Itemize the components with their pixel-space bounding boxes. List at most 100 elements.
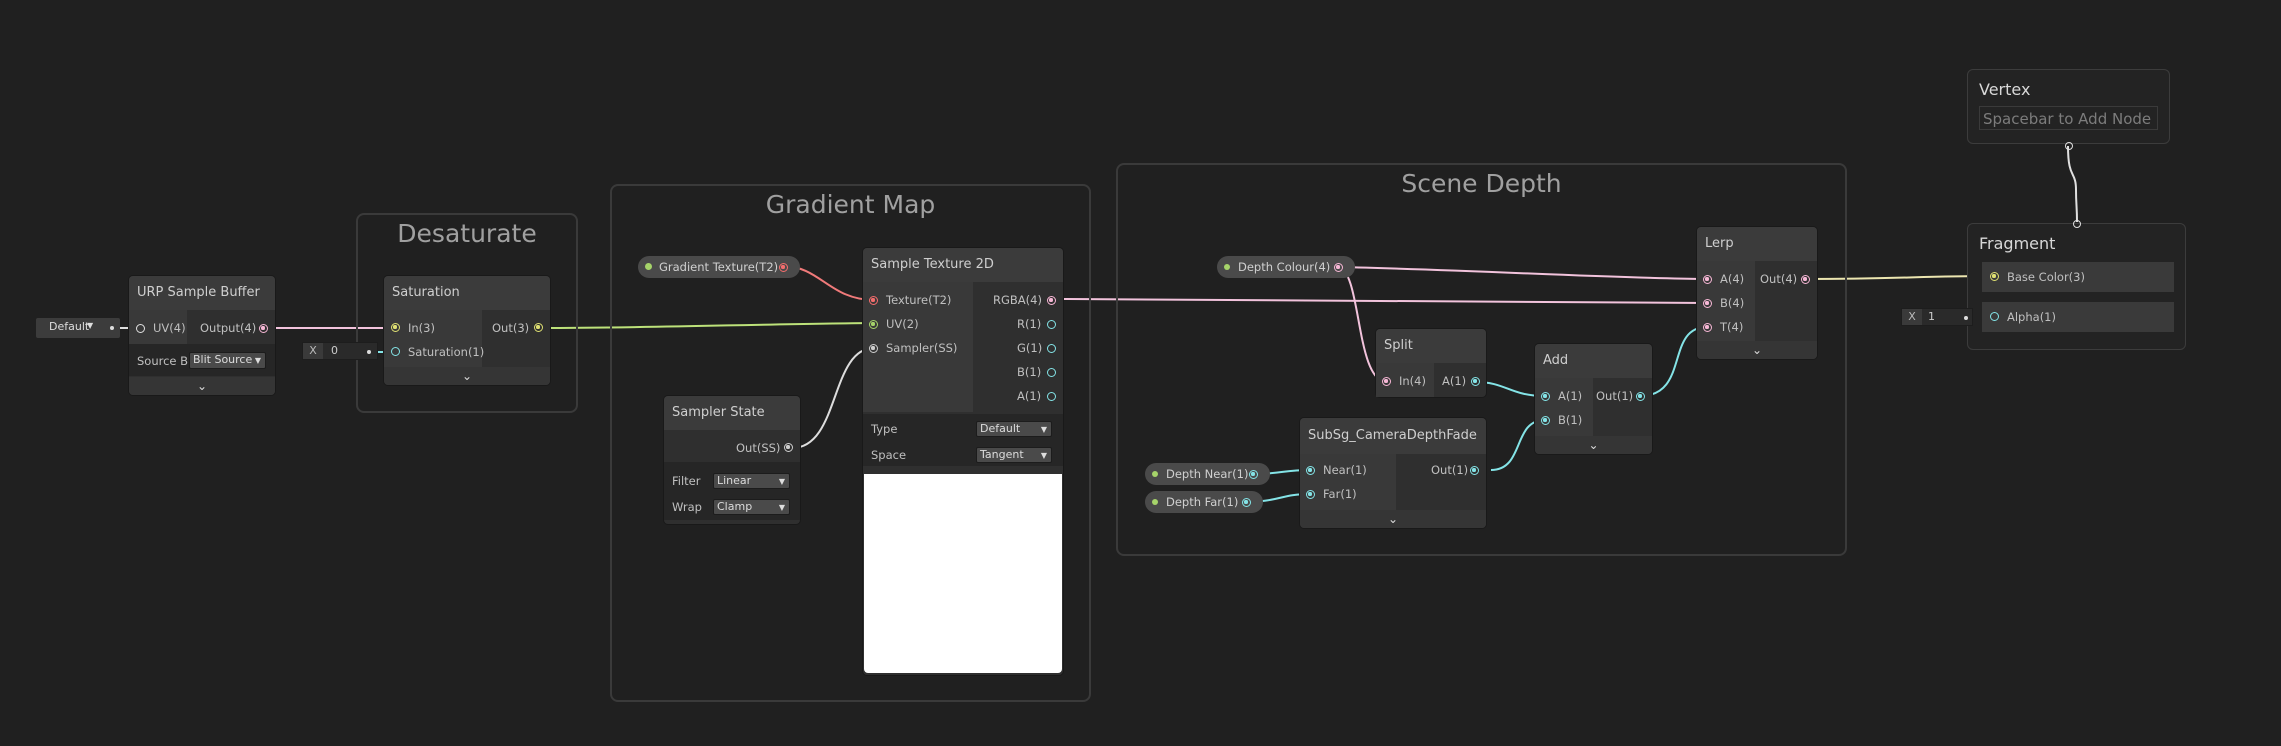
far-label: Far(1)	[1323, 487, 1357, 501]
type-dropdown[interactable]: Default ▼	[976, 421, 1052, 437]
block-base-color[interactable]: Base Color(3)	[1982, 262, 2174, 292]
node-urp-sample-buffer[interactable]: URP Sample Buffer UV(4) Output(4) Source…	[129, 276, 275, 395]
b-port[interactable]	[1703, 299, 1712, 308]
b-label: B(1)	[1558, 413, 1583, 427]
space-label: Space	[871, 448, 907, 462]
alpha-x-field[interactable]: X 1	[1901, 308, 1973, 326]
node-add[interactable]: Add A(1) B(1) Out(1) ⌄	[1535, 344, 1652, 454]
node-saturation[interactable]: Saturation In(3) Saturation(1) Out(3) ⌄	[384, 276, 550, 385]
property-gradient-texture[interactable]: Gradient Texture(T2)	[638, 256, 800, 278]
output-port[interactable]	[259, 324, 268, 333]
property-depth-colour[interactable]: Depth Colour(4)	[1217, 256, 1355, 278]
node-title: Lerp	[1697, 227, 1817, 261]
a-label: A(1)	[1558, 389, 1583, 403]
property-depth-near[interactable]: Depth Near(1)	[1145, 463, 1270, 485]
t-port[interactable]	[1703, 323, 1712, 332]
property-output-port[interactable]	[1249, 470, 1258, 479]
in-label: In(3)	[408, 321, 435, 335]
alpha-port[interactable]	[1990, 312, 1999, 321]
b-port[interactable]	[1047, 368, 1056, 377]
space-dropdown[interactable]: Tangent ▼	[976, 447, 1052, 463]
collapse-button[interactable]: ⌄	[1300, 510, 1486, 528]
a-port[interactable]	[1541, 392, 1550, 401]
vertex-flow-port[interactable]	[2065, 142, 2073, 150]
source-dropdown[interactable]: Blit Source ▼	[189, 352, 266, 369]
a-port[interactable]	[1703, 275, 1712, 284]
node-title: Split	[1376, 329, 1486, 363]
b-port[interactable]	[1541, 416, 1550, 425]
context-fragment[interactable]: Fragment Base Color(3) Alpha(1)	[1967, 220, 2186, 350]
texture-preview	[864, 474, 1062, 673]
in-label: In(4)	[1399, 374, 1426, 388]
out-port[interactable]	[534, 323, 543, 332]
add-node-placeholder[interactable]: Spacebar to Add Node	[1979, 106, 2158, 130]
near-port[interactable]	[1306, 466, 1315, 475]
property-label: Depth Colour(4)	[1238, 260, 1331, 274]
collapse-button[interactable]: ⌄	[384, 367, 550, 385]
out-port[interactable]	[1636, 392, 1645, 401]
fragment-flow-port[interactable]	[2073, 220, 2081, 228]
context-vertex[interactable]: Vertex Spacebar to Add Node	[1967, 69, 2170, 150]
uv-default-field[interactable]: Default ▼	[36, 318, 120, 338]
r-port[interactable]	[1047, 320, 1056, 329]
node-title: Saturation	[384, 276, 550, 310]
dropdown-arrow-icon: ▼	[1040, 451, 1047, 460]
out-port[interactable]	[1801, 275, 1810, 284]
wire-vertex-fragment	[2067, 145, 2078, 223]
wrap-dropdown[interactable]: Clamp ▼	[713, 499, 790, 515]
uv-port[interactable]	[869, 320, 878, 329]
saturation-x-field[interactable]: X 0	[302, 342, 378, 360]
property-output-port[interactable]	[1242, 498, 1251, 507]
property-output-port[interactable]	[1334, 263, 1343, 272]
out-label: Out(3)	[492, 321, 530, 335]
alpha-label: Alpha(1)	[2007, 310, 2056, 324]
alpha-value[interactable]: 1	[1928, 310, 1935, 323]
collapse-button[interactable]: ⌄	[1697, 341, 1817, 359]
texture-port[interactable]	[869, 296, 878, 305]
in-port[interactable]	[391, 323, 400, 332]
saturation-port[interactable]	[391, 347, 400, 356]
dropdown-arrow-icon: ▼	[1040, 425, 1047, 434]
x-value[interactable]: 0	[331, 344, 338, 357]
collapse-button[interactable]: ⌄	[1535, 436, 1652, 454]
context-title: Vertex	[1979, 80, 2031, 99]
wrap-label: Wrap	[672, 500, 702, 514]
context-title: Fragment	[1979, 234, 2056, 253]
filter-dropdown[interactable]: Linear ▼	[713, 473, 790, 489]
out-port[interactable]	[1470, 466, 1479, 475]
out-port[interactable]	[1471, 377, 1480, 386]
g-port[interactable]	[1047, 344, 1056, 353]
out-label: Out(1)	[1431, 463, 1469, 477]
x-label: X	[1902, 309, 1922, 325]
node-lerp[interactable]: Lerp A(4) B(4) T(4) Out(4) ⌄	[1697, 227, 1817, 359]
out-port[interactable]	[784, 443, 793, 452]
uv-label: UV(2)	[886, 317, 919, 331]
dropdown-arrow-icon: ▼	[778, 477, 785, 486]
far-port[interactable]	[1306, 490, 1315, 499]
uv-default-label: Default	[49, 320, 90, 333]
node-title: Sample Texture 2D	[863, 248, 1063, 282]
in-port[interactable]	[1382, 377, 1391, 386]
base-color-label: Base Color(3)	[2007, 270, 2085, 284]
property-depth-far[interactable]: Depth Far(1)	[1145, 491, 1263, 513]
node-title: Sampler State	[664, 396, 800, 430]
collapse-button[interactable]: ⌄	[129, 377, 275, 395]
sampler-port[interactable]	[869, 344, 878, 353]
texture-label: Texture(T2)	[886, 293, 952, 307]
rgba-label: RGBA(4)	[993, 293, 1042, 307]
node-sample-texture-2d[interactable]: Sample Texture 2D Texture(T2) UV(2) Samp…	[863, 248, 1063, 675]
base-color-port[interactable]	[1990, 272, 1999, 281]
property-output-port[interactable]	[779, 263, 788, 272]
node-camera-depth-fade[interactable]: SubSg_CameraDepthFade Near(1) Far(1) Out…	[1300, 418, 1486, 528]
g-label: G(1)	[1017, 341, 1043, 355]
node-sampler-state[interactable]: Sampler State Out(SS) Filter Linear ▼ Wr…	[664, 396, 800, 524]
node-split[interactable]: Split In(4) A(1)	[1376, 329, 1486, 397]
rgba-port[interactable]	[1047, 296, 1056, 305]
connector-dot-icon	[367, 350, 371, 354]
output-label: Output(4)	[200, 321, 257, 335]
block-alpha[interactable]: Alpha(1)	[1982, 302, 2174, 332]
out-label: Out(1)	[1596, 389, 1634, 403]
connector-dot-icon	[1964, 316, 1968, 320]
uv-port[interactable]	[136, 324, 145, 333]
a-port[interactable]	[1047, 392, 1056, 401]
